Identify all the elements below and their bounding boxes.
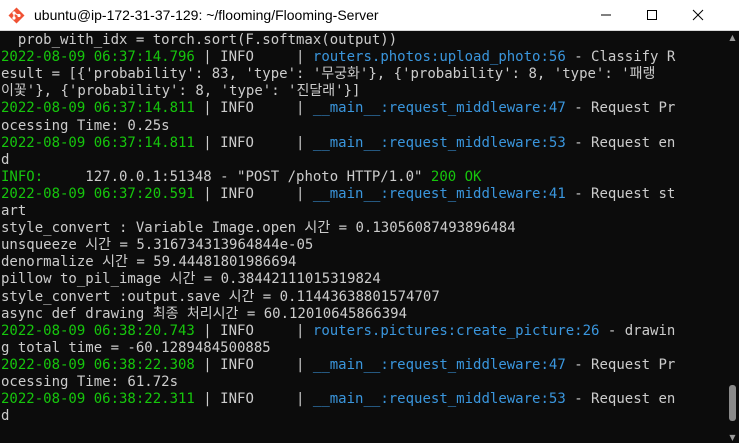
terminal-line: ocessing Time: 61.72s	[1, 374, 178, 391]
terminal-line-segment: routers.photos:upload_photo:56	[312, 49, 566, 66]
terminal-line: d	[1, 408, 9, 425]
close-icon	[692, 9, 704, 21]
terminal-line-segment: d	[1, 151, 10, 168]
terminal-line-segment: - Request Pr	[565, 356, 676, 373]
terminal-line-segment: 2022-08-09 06:37:14.796	[1, 49, 195, 66]
terminal-line-segment: - drawin	[599, 322, 676, 339]
terminal-line: g total time = -60.1289484500885	[1, 340, 271, 357]
vertical-scrollbar[interactable]: ▲ ▼	[726, 31, 739, 443]
terminal-line: 2022-08-09 06:37:14.796 | INFO | routers…	[1, 49, 675, 66]
terminal-line: art	[1, 203, 26, 220]
window-title: ubuntu@ip-172-31-37-129: ~/flooming/Floo…	[34, 7, 379, 23]
terminal-line: 2022-08-09 06:38:22.311 | INFO | __main_…	[1, 391, 675, 408]
terminal-line-segment: ocessing Time: 61.72s	[1, 374, 179, 390]
terminal-line-segment: 2022-08-09 06:38:22.311	[1, 391, 195, 408]
terminal-line-segment: 2022-08-09 06:37:20.591	[1, 185, 195, 202]
terminal-line-segment: | INFO |	[194, 185, 313, 202]
terminal-line-segment: 2022-08-09 06:38:20.743	[1, 322, 195, 339]
terminal-output[interactable]: prob_with_idx = torch.sort(F.softmax(out…	[0, 31, 726, 443]
terminal-line-segment: async def drawing 최종 처리시간 = 60.120106458…	[1, 305, 407, 322]
terminal-line: 2022-08-09 06:37:14.811 | INFO | __main_…	[1, 135, 675, 152]
terminal-line-segment: - Classify R	[565, 49, 676, 66]
terminal-line: 이꽃'}, {'probability': 8, 'type': '진달래'}]	[1, 83, 360, 100]
terminal-line-segment: 127.0.0.1:51348 - "POST /photo HTTP/1.0"	[43, 168, 431, 185]
terminal-window: ubuntu@ip-172-31-37-129: ~/flooming/Floo…	[0, 0, 739, 443]
terminal-line-segment: __main__:request_middleware:53	[312, 134, 566, 151]
scrollbar-thumb[interactable]	[729, 385, 736, 421]
terminal-line-segment: 2022-08-09 06:38:22.308	[1, 356, 195, 373]
terminal-line: ocessing Time: 0.25s	[1, 118, 170, 135]
terminal-line-segment: | INFO |	[194, 100, 313, 117]
terminal-line-segment: | INFO |	[194, 391, 313, 408]
terminal-line-segment: __main__:request_middleware:41	[312, 185, 566, 202]
terminal-line-segment: art	[1, 203, 27, 219]
terminal-line-segment: g total time = -60.1289484500885	[1, 339, 271, 356]
terminal-line-segment: INFO:	[1, 168, 44, 185]
terminal-line: 2022-08-09 06:38:22.308 | INFO | __main_…	[1, 357, 675, 374]
terminal-line-segment: __main__:request_middleware:47	[312, 100, 566, 117]
maximize-button[interactable]	[629, 0, 675, 30]
terminal-line: 2022-08-09 06:37:20.591 | INFO | __main_…	[1, 186, 675, 203]
terminal-line-segment: denormalize 시간 = 59.44481801986694	[1, 254, 297, 271]
terminal-line: 2022-08-09 06:38:20.743 | INFO | routers…	[1, 323, 675, 340]
terminal-line-segment: 2022-08-09 06:37:14.811	[1, 134, 195, 151]
terminal-line-segment: style_convert : Variable Image.open 시간 =…	[1, 220, 516, 237]
terminal-line: 2022-08-09 06:37:14.811 | INFO | __main_…	[1, 100, 675, 117]
scroll-down-arrow-icon[interactable]: ▼	[726, 431, 739, 443]
terminal-line-segment: - Request en	[565, 134, 676, 151]
terminal-line: prob_with_idx = torch.sort(F.softmax(out…	[1, 32, 397, 49]
terminal-line-segment: 200 OK	[430, 168, 482, 185]
minimize-button[interactable]	[583, 0, 629, 30]
terminal-line: style_convert :output.save 시간 = 0.114436…	[1, 289, 440, 306]
terminal-line: unsqueeze 시간 = 5.316734313964844e-05	[1, 237, 313, 254]
terminal-line-segment: 2022-08-09 06:37:14.811	[1, 100, 195, 117]
terminal-line-segment: style_convert :output.save 시간 = 0.114436…	[1, 288, 440, 305]
terminal-line-segment: __main__:request_middleware:53	[312, 391, 566, 408]
terminal-line-segment: - Request Pr	[565, 100, 676, 117]
terminal-line: d	[1, 152, 9, 169]
terminal-line: esult = [{'probability': 83, 'type': '무궁…	[1, 66, 655, 83]
terminal-line-segment: d	[1, 408, 10, 425]
terminal-line: INFO: 127.0.0.1:51348 - "POST /photo HTT…	[1, 169, 481, 186]
terminal-line: pillow to_pil_image 시간 = 0.3844211101531…	[1, 271, 381, 288]
terminal-line-segment: 이꽃'}, {'probability': 8, 'type': '진달래'}]	[1, 83, 361, 100]
scroll-up-arrow-icon[interactable]: ▲	[726, 31, 739, 43]
terminal-line-segment: routers.pictures:create_picture:26	[312, 322, 600, 339]
terminal-line-segment: esult = [{'probability': 83, 'type': '무궁…	[1, 66, 656, 83]
terminal-line: style_convert : Variable Image.open 시간 =…	[1, 220, 516, 237]
terminal-line-segment: prob_with_idx = torch.sort(F.softmax(out…	[1, 32, 398, 48]
terminal-line-segment: __main__:request_middleware:47	[312, 356, 566, 373]
terminal-line-segment: - Request en	[565, 391, 676, 408]
terminal-line: denormalize 시간 = 59.44481801986694	[1, 254, 296, 271]
terminal-line-segment: pillow to_pil_image 시간 = 0.3844211101531…	[1, 271, 381, 288]
terminal-line-segment: ocessing Time: 0.25s	[1, 117, 170, 134]
terminal-line-segment: | INFO |	[194, 322, 313, 339]
terminal-line: async def drawing 최종 처리시간 = 60.120106458…	[1, 306, 407, 323]
terminal-line-segment: | INFO |	[194, 49, 313, 66]
git-bash-diamond-icon[interactable]	[8, 7, 25, 24]
minimize-icon	[601, 14, 611, 16]
terminal-line-segment: | INFO |	[194, 134, 313, 151]
terminal-line-segment: | INFO |	[194, 356, 313, 373]
terminal-line-segment: unsqueeze 시간 = 5.316734313964844e-05	[1, 237, 314, 254]
maximize-icon	[647, 10, 657, 20]
title-bar[interactable]: ubuntu@ip-172-31-37-129: ~/flooming/Floo…	[0, 0, 739, 31]
terminal-line-segment: - Request st	[565, 185, 676, 202]
close-button[interactable]	[675, 0, 721, 30]
